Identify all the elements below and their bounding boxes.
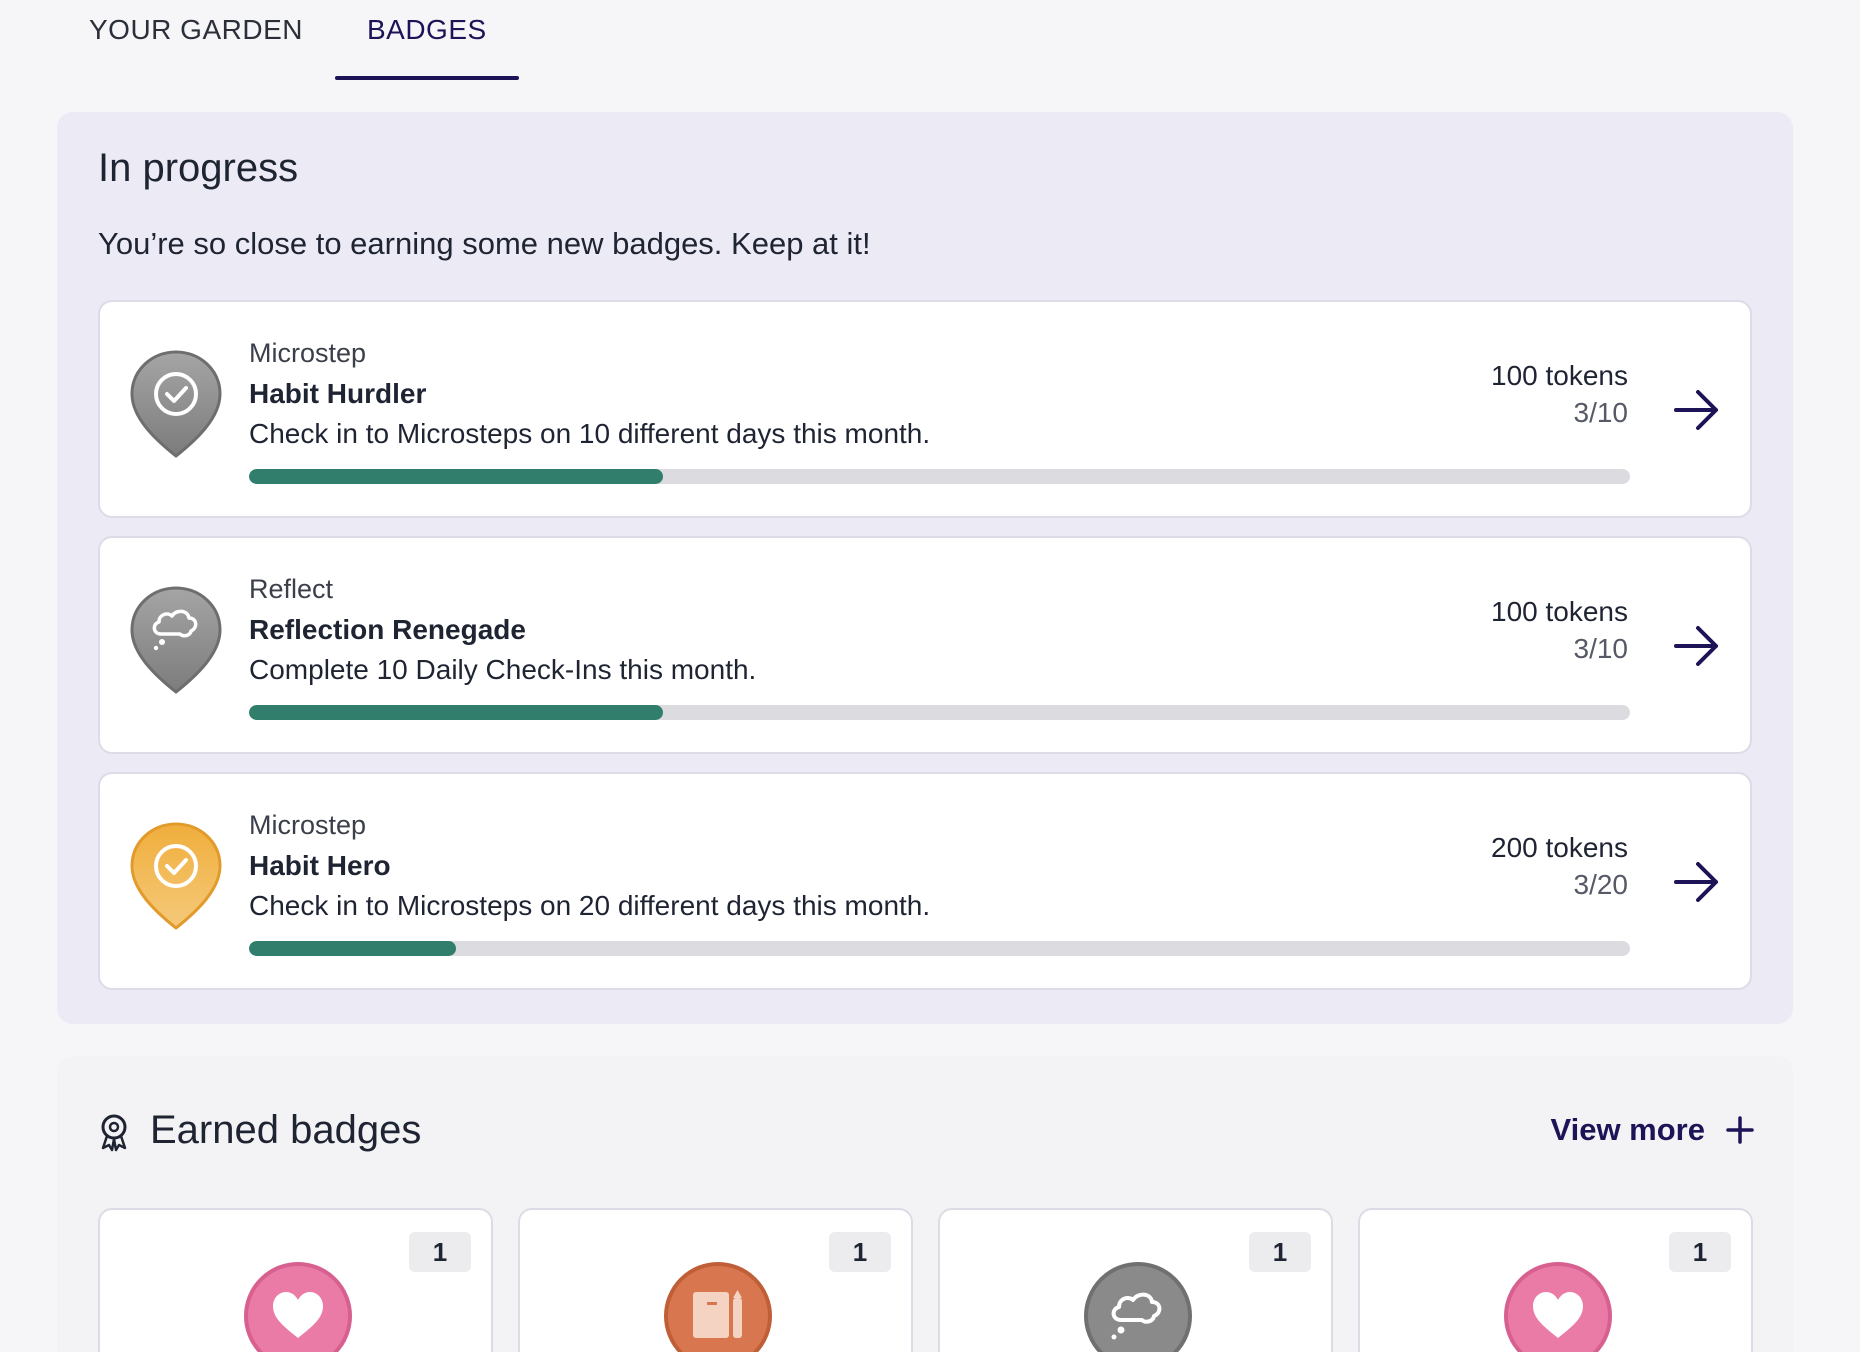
earned-badge-card[interactable]: 1	[518, 1208, 913, 1352]
badge-progress-card[interactable]: Microstep Habit Hurdler Check in to Micr…	[98, 300, 1752, 518]
progress-bar-fill	[249, 469, 664, 484]
badge-count: 1	[829, 1232, 891, 1272]
tab-your-garden[interactable]: YOUR GARDEN	[57, 0, 335, 80]
check-icon	[130, 822, 222, 930]
badge-progress-card[interactable]: Microstep Habit Hero Check in to Microst…	[98, 772, 1752, 990]
earned-badge-card[interactable]: 1	[1358, 1208, 1753, 1352]
progress-bar	[249, 469, 1630, 484]
badge-tokens: 100 tokens	[1491, 596, 1628, 627]
badge-category: Microstep	[249, 338, 367, 368]
badge-tokens: 200 tokens	[1491, 832, 1628, 863]
award-ribbon-icon	[101, 1114, 127, 1152]
badge-progress-card[interactable]: Reflect Reflection Renegade Complete 10 …	[98, 536, 1752, 754]
progress-bar	[249, 941, 1630, 956]
badge-category: Reflect	[249, 574, 334, 604]
badge-category: Microstep	[249, 810, 367, 840]
check-icon	[130, 350, 222, 458]
in-progress-subtitle: You’re so close to earning some new badg…	[98, 226, 871, 261]
tab-bar: YOUR GARDEN BADGES	[57, 0, 519, 80]
badge-count: 1	[1669, 1232, 1731, 1272]
tab-badges[interactable]: BADGES	[334, 0, 519, 80]
badge-count: 1	[409, 1232, 471, 1272]
progress-bar-fill	[249, 941, 457, 956]
progress-bar-fill	[249, 705, 664, 720]
arrow-right-icon[interactable]	[1672, 860, 1722, 904]
badge-name: Reflection Renegade	[249, 614, 526, 645]
badge-name: Habit Hero	[249, 850, 391, 881]
badge-tokens: 100 tokens	[1491, 360, 1628, 391]
view-more-label: View more	[1550, 1112, 1705, 1147]
badge-name: Habit Hurdler	[249, 378, 427, 409]
badge-description: Check in to Microsteps on 10 different d…	[249, 418, 931, 449]
in-progress-section: In progress You’re so close to earning s…	[57, 112, 1793, 1024]
heart-icon	[244, 1262, 352, 1352]
earned-badge-card[interactable]: 1	[98, 1208, 493, 1352]
progress-bar	[249, 705, 1630, 720]
arrow-right-icon[interactable]	[1672, 388, 1722, 432]
thought-bubble-icon	[1084, 1262, 1192, 1352]
in-progress-title: In progress	[98, 146, 299, 190]
arrow-right-icon[interactable]	[1672, 624, 1722, 668]
badge-progress-count: 3/10	[1573, 397, 1629, 428]
earned-badges-title: Earned badges	[150, 1108, 422, 1152]
heart-icon	[1504, 1262, 1612, 1352]
earned-badge-card[interactable]: 1	[938, 1208, 1333, 1352]
view-more-button[interactable]: View more	[1550, 1112, 1755, 1148]
badge-count: 1	[1249, 1232, 1311, 1272]
badges-page: YOUR GARDEN BADGES In progress You’re so…	[0, 0, 1860, 1352]
badge-progress-count: 3/10	[1573, 633, 1629, 664]
journal-icon	[664, 1262, 772, 1352]
badge-progress-count: 3/20	[1573, 869, 1629, 900]
badge-description: Check in to Microsteps on 20 different d…	[249, 890, 931, 921]
plus-icon	[1726, 1116, 1754, 1144]
badge-description: Complete 10 Daily Check-Ins this month.	[249, 654, 757, 685]
thought-bubble-icon	[130, 586, 222, 694]
